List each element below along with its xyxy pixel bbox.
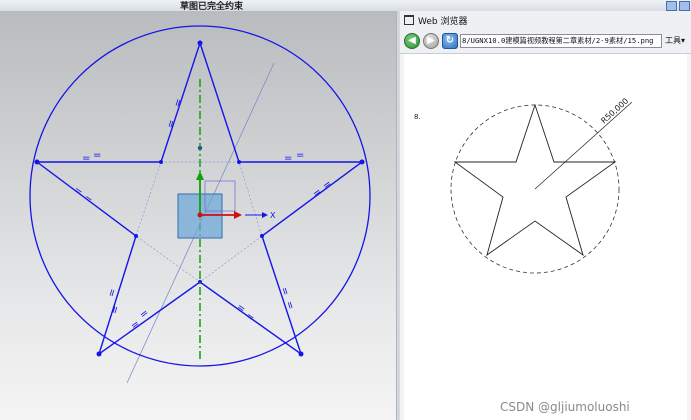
vertex-point [359, 159, 365, 165]
vertex-point [260, 234, 264, 238]
watermark-text: CSDN @gljiumoluoshi [500, 400, 630, 414]
radius-leader-line [534, 101, 633, 190]
vertex-point [197, 40, 203, 46]
origin-point [197, 212, 203, 218]
radius-dimension: R50,000 [599, 96, 630, 125]
window-icon [404, 15, 414, 25]
equal-constraint-symbol: = [82, 153, 90, 164]
equal-constraint-symbol: = [165, 118, 178, 129]
vertex-point [134, 234, 138, 238]
web-content-area: R50,000 8. CSDN @gljiumoluoshi [404, 54, 687, 420]
reference-star [453, 103, 617, 257]
forward-icon: ▶ [427, 35, 435, 46]
web-browser-panel: Web 浏览器 ◀ ▶ ↻ 8/UGNX10.0建模篇视频教程第二章素材/2-9… [400, 11, 691, 420]
sketch-canvas[interactable]: = = = = = = = = = = = = = = = = = = X [0, 11, 396, 420]
url-field[interactable]: 8/UGNX10.0建模篇视频教程第二章素材/2-9素材/15.png [460, 34, 662, 48]
x-axis-label: X [270, 211, 276, 220]
back-icon: ◀ [408, 35, 416, 46]
vertex-point [159, 160, 163, 164]
restore-icon[interactable] [666, 1, 677, 11]
equal-constraint-symbol: = [278, 286, 291, 297]
refresh-icon: ↻ [445, 35, 455, 46]
equal-constraint-symbol: = [172, 97, 185, 108]
x-axis-arrow-icon [234, 211, 242, 219]
equal-constraint-symbol: = [283, 300, 296, 311]
vertex-point [298, 351, 304, 357]
web-browser-titlebar: Web 浏览器 [400, 11, 691, 29]
vertex-point [34, 159, 40, 165]
equal-constraint-symbol: = [129, 318, 142, 332]
equal-constraint-symbol: = [234, 302, 247, 316]
vertex-point [96, 351, 102, 357]
equal-constraint-symbol: = [296, 150, 304, 161]
x-direction-arrow-icon [262, 212, 268, 218]
chevron-down-icon: ▾ [681, 36, 686, 45]
tools-menu[interactable]: 工具▾ [665, 35, 685, 46]
forward-button[interactable]: ▶ [423, 33, 439, 49]
refresh-button[interactable]: ↻ [442, 33, 458, 49]
equal-constraint-symbol: = [93, 150, 101, 161]
web-browser-title: Web 浏览器 [418, 17, 468, 27]
close-icon[interactable] [679, 1, 690, 11]
vertex-point [237, 160, 241, 164]
figure-number: 8. [414, 113, 421, 121]
web-browser-toolbar: ◀ ▶ ↻ 8/UGNX10.0建模篇视频教程第二章素材/2-9素材/15.pn… [400, 29, 691, 54]
back-button[interactable]: ◀ [404, 33, 420, 49]
equal-constraint-symbol: = [243, 311, 256, 325]
tools-menu-label: 工具 [665, 36, 681, 45]
y-axis-arrow-icon [196, 171, 204, 180]
sketch-drawing[interactable]: = = = = = = = = = = = = = = = = = = X [0, 11, 396, 420]
reference-figure: R50,000 [450, 96, 633, 274]
equal-constraint-symbol: = [284, 153, 292, 164]
